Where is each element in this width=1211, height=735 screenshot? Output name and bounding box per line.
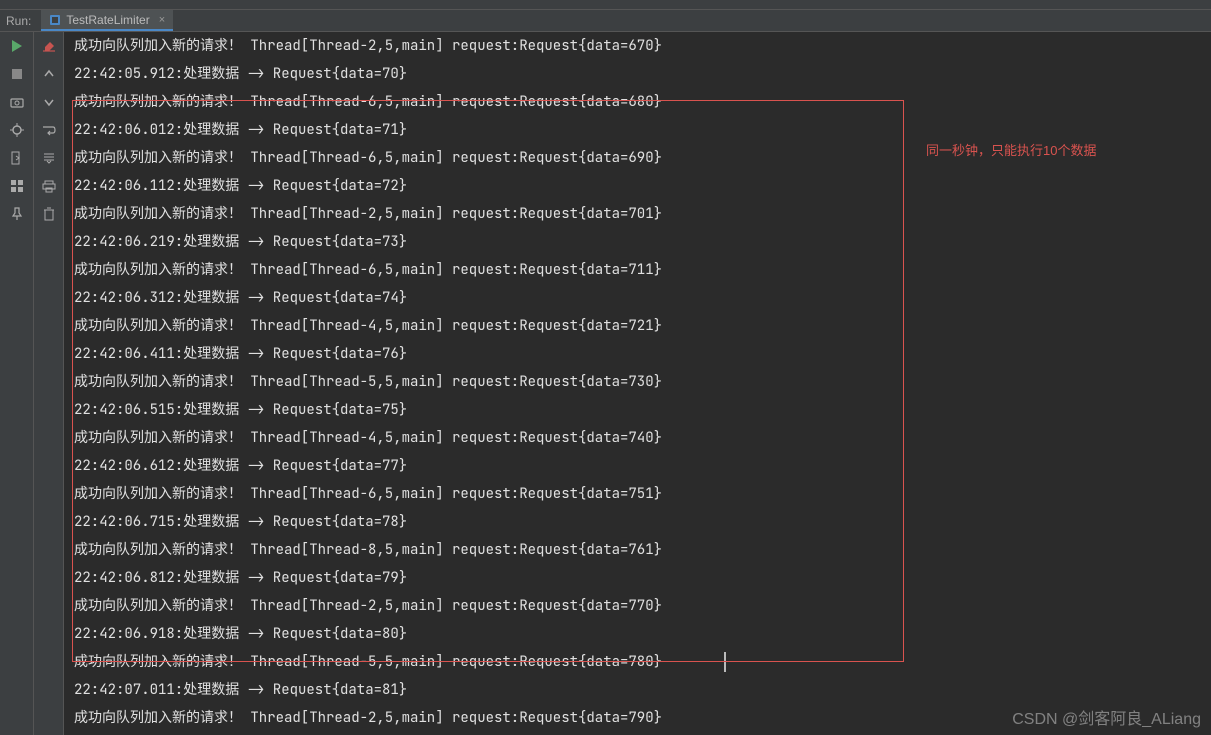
- console-line: 成功向队列加入新的请求！ Thread[Thread-5,5,main] req…: [74, 648, 1211, 676]
- run-panel-label: Run:: [6, 14, 31, 28]
- console-line: 22:42:06.411:处理数据 -> Request{data=76}: [74, 340, 1211, 368]
- run-tab-bar: Run: TestRateLimiter ×: [0, 10, 1211, 32]
- window-top-edge: [0, 0, 1211, 10]
- csdn-watermark: CSDN @剑客阿良_ALiang: [1012, 705, 1201, 729]
- run-tool-window-body: 成功向队列加入新的请求！ Thread[Thread-2,5,main] req…: [0, 32, 1211, 735]
- console-line: 22:42:06.219:处理数据 -> Request{data=73}: [74, 228, 1211, 256]
- console-line: 22:42:06.312:处理数据 -> Request{data=74}: [74, 284, 1211, 312]
- console-line: 成功向队列加入新的请求！ Thread[Thread-4,5,main] req…: [74, 312, 1211, 340]
- console-line: 成功向队列加入新的请求！ Thread[Thread-2,5,main] req…: [74, 200, 1211, 228]
- console-line: 成功向队列加入新的请求！ Thread[Thread-6,5,main] req…: [74, 88, 1211, 116]
- annotation-text: 同一秒钟，只能执行10个数据: [926, 140, 1096, 159]
- tab-test-rate-limiter[interactable]: TestRateLimiter ×: [41, 10, 173, 31]
- tab-label: TestRateLimiter: [66, 13, 149, 27]
- scroll-down-icon[interactable]: [41, 94, 57, 110]
- console-line: 22:42:06.715:处理数据 -> Request{data=78}: [74, 508, 1211, 536]
- print-icon[interactable]: [41, 178, 57, 194]
- console-line: 成功向队列加入新的请求！ Thread[Thread-5,5,main] req…: [74, 368, 1211, 396]
- console-line: 成功向队列加入新的请求！ Thread[Thread-6,5,main] req…: [74, 480, 1211, 508]
- stop-button[interactable]: [9, 66, 25, 82]
- java-application-icon: [49, 14, 61, 26]
- delete-icon[interactable]: [41, 206, 57, 222]
- clear-all-icon[interactable]: [41, 38, 57, 54]
- scroll-up-icon[interactable]: [41, 66, 57, 82]
- console-line: 22:42:06.112:处理数据 -> Request{data=72}: [74, 172, 1211, 200]
- run-action-gutter-left: [0, 32, 34, 735]
- console-line: 成功向队列加入新的请求！ Thread[Thread-4,5,main] req…: [74, 424, 1211, 452]
- run-action-gutter-right: [34, 32, 64, 735]
- caret-line-highlight: [724, 652, 726, 672]
- console-line: 22:42:07.011:处理数据 -> Request{data=81}: [74, 676, 1211, 704]
- exit-icon[interactable]: [9, 150, 25, 166]
- console-line: 22:42:06.812:处理数据 -> Request{data=79}: [74, 564, 1211, 592]
- console-line: 22:42:06.612:处理数据 -> Request{data=77}: [74, 452, 1211, 480]
- debug-settings-icon[interactable]: [9, 122, 25, 138]
- console-line: 成功向队列加入新的请求！ Thread[Thread-2,5,main] req…: [74, 592, 1211, 620]
- console-line: 22:42:06.918:处理数据 -> Request{data=80}: [74, 620, 1211, 648]
- console-output[interactable]: 成功向队列加入新的请求！ Thread[Thread-2,5,main] req…: [64, 32, 1211, 735]
- console-line: 22:42:05.912:处理数据 -> Request{data=70}: [74, 60, 1211, 88]
- layout-icon[interactable]: [9, 178, 25, 194]
- scroll-to-end-icon[interactable]: [41, 150, 57, 166]
- close-icon[interactable]: ×: [159, 14, 165, 26]
- rerun-button[interactable]: [9, 38, 25, 54]
- console-line: 成功向队列加入新的请求！ Thread[Thread-8,5,main] req…: [74, 536, 1211, 564]
- camera-icon[interactable]: [9, 94, 25, 110]
- pin-icon[interactable]: [9, 206, 25, 222]
- console-lines[interactable]: 成功向队列加入新的请求！ Thread[Thread-2,5,main] req…: [64, 32, 1211, 735]
- console-line: 22:42:06.515:处理数据 -> Request{data=75}: [74, 396, 1211, 424]
- console-line: 成功向队列加入新的请求！ Thread[Thread-6,5,main] req…: [74, 256, 1211, 284]
- console-line: 成功向队列加入新的请求！ Thread[Thread-2,5,main] req…: [74, 32, 1211, 60]
- toggle-soft-wrap-icon[interactable]: [41, 122, 57, 138]
